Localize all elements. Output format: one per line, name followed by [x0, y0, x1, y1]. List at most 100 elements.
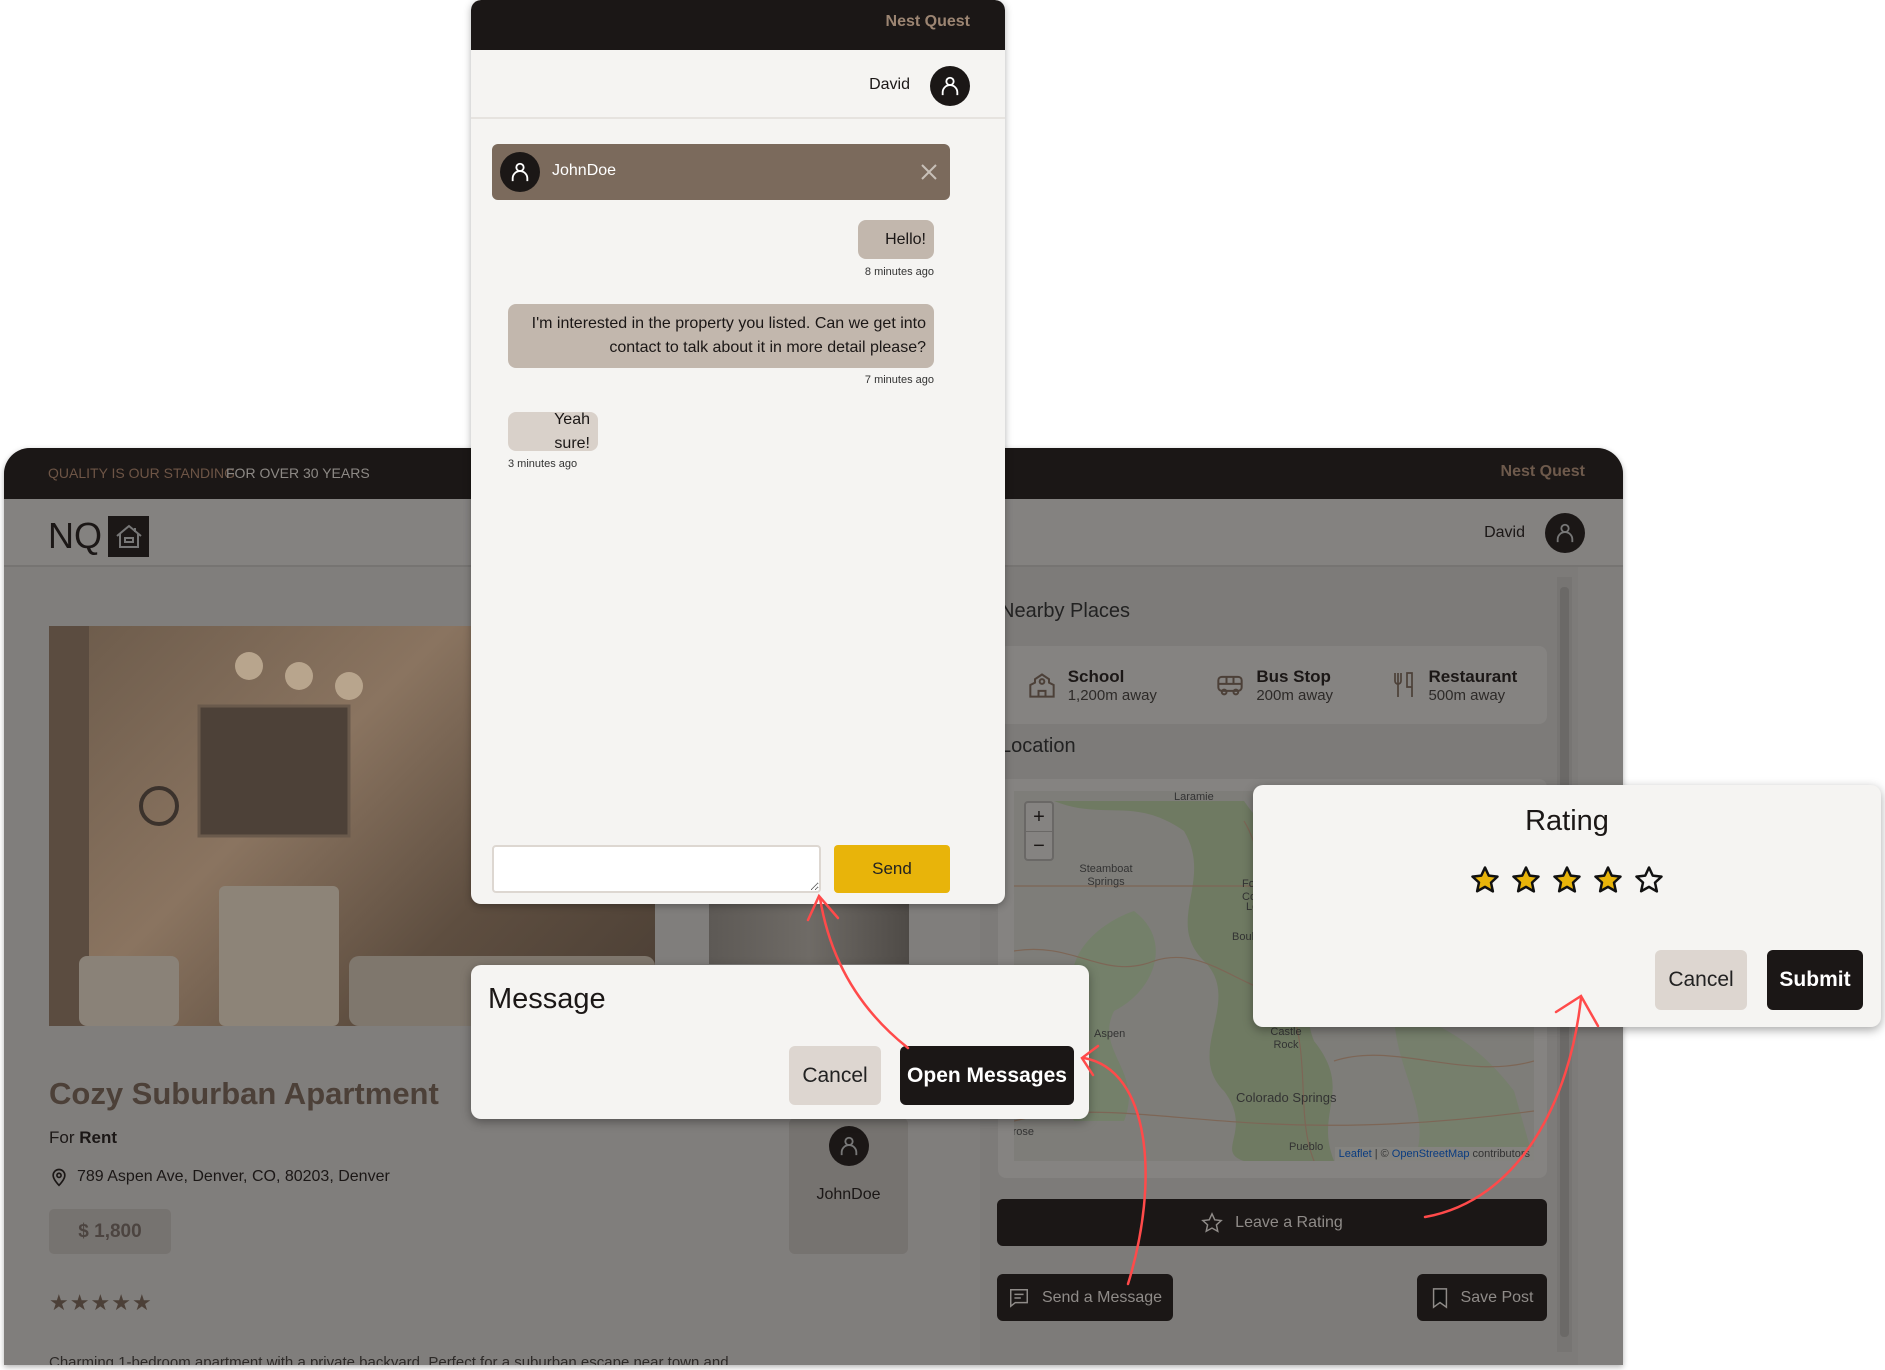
message-dialog: Message Cancel Open Messages: [471, 965, 1089, 1119]
map-label: Castle Rock: [1270, 1026, 1302, 1051]
for-type: Rent: [79, 1128, 118, 1147]
save-post-button[interactable]: Save Post: [1417, 1274, 1547, 1321]
listing-title: Cozy Suburban Apartment: [49, 1076, 439, 1111]
user-icon: [511, 162, 529, 182]
house-icon: [108, 515, 149, 557]
attribution-tail: contributors: [1472, 1148, 1530, 1160]
leave-rating-button[interactable]: Leave a Rating: [997, 1199, 1547, 1246]
place-name: Restaurant: [1428, 666, 1518, 686]
dialog-title: Rating: [1525, 805, 1609, 837]
send-button[interactable]: Send: [834, 845, 950, 893]
user-icon: [941, 76, 959, 96]
contact-name: JohnDoe: [552, 162, 617, 179]
location-title: Location: [1000, 735, 1076, 757]
star-filled-icon[interactable]: [1470, 865, 1500, 895]
zoom-out-button[interactable]: −: [1026, 832, 1052, 860]
contact-bar: JohnDoe: [492, 144, 950, 200]
star-filled-icon[interactable]: [1552, 865, 1582, 895]
open-messages-button[interactable]: Open Messages: [900, 1046, 1074, 1105]
user-avatar[interactable]: [1545, 513, 1585, 553]
nearby-title: Nearby Places: [1000, 600, 1131, 622]
star-icon: ★: [90, 1290, 112, 1315]
tagline-muted: QUALITY IS OUR STANDING: [48, 465, 235, 481]
for-label: For: [49, 1128, 75, 1147]
star-icon: ★: [111, 1290, 132, 1315]
thumbnail-photos[interactable]: [709, 904, 909, 964]
osm-link[interactable]: OpenStreetMap: [1392, 1148, 1470, 1160]
map-label: Pueblo: [1289, 1141, 1324, 1153]
address-text: 789 Aspen Ave, Denver, CO, 80203, Denver: [77, 1168, 390, 1185]
message-time: 3 minutes ago: [508, 458, 578, 470]
message-bubble: Hello!: [858, 220, 934, 259]
logo-text: NQ: [48, 515, 102, 556]
price-badge: $ 1,800: [49, 1209, 171, 1254]
map-zoom-control: + −: [1024, 801, 1054, 861]
rating-stars: ★★★★★: [49, 1290, 153, 1316]
dialog-title: Message: [488, 983, 606, 1015]
listing-description: Charming 1-bedroom apartment with a priv…: [49, 1354, 729, 1365]
place-distance: 500m away: [1428, 686, 1506, 704]
nearby-card: School 1,200m away Bus Stop 200m away Rest…: [998, 646, 1547, 724]
contact-avatar: [500, 152, 540, 192]
place-name: School: [1067, 666, 1125, 686]
place-name: Bus Stop: [1256, 666, 1331, 686]
logo[interactable]: NQ: [48, 515, 149, 557]
button-label: Send a Message: [1041, 1288, 1163, 1306]
chat-top-bar: Nest Quest: [471, 0, 1005, 50]
message-time: 8 minutes ago: [864, 266, 934, 278]
message-bubble: Yeah sure!: [508, 411, 598, 452]
bookmark-icon: [1432, 1287, 1447, 1309]
message-input[interactable]: [492, 845, 821, 893]
location-pin-icon: [52, 1168, 66, 1187]
cancel-button[interactable]: Cancel: [789, 1046, 881, 1105]
listing-address: 789 Aspen Ave, Denver, CO, 80203, Denver: [49, 1166, 390, 1188]
place-distance: 1,200m away: [1067, 686, 1157, 704]
map-label: Steamboat Springs: [1079, 863, 1133, 888]
message-time: 7 minutes ago: [864, 374, 934, 386]
place-distance: 200m away: [1256, 686, 1334, 704]
close-icon[interactable]: [920, 163, 938, 181]
rating-dialog: Rating Cancel Submit: [1253, 785, 1881, 1027]
message-bubble: I'm interested in the property you liste…: [508, 304, 934, 368]
star-icon: ★: [69, 1290, 91, 1315]
nearby-item-restaurant: Restaurant 500m away: [1392, 667, 1517, 704]
user-name: David: [1484, 524, 1525, 541]
button-label: Leave a Rating: [1235, 1213, 1343, 1231]
message-icon: [1009, 1288, 1028, 1308]
user-avatar[interactable]: [930, 66, 970, 106]
star-empty-icon[interactable]: [1634, 865, 1664, 895]
star-outline-icon: [1201, 1211, 1224, 1233]
send-message-button[interactable]: Send a Message: [997, 1274, 1173, 1321]
map-label: Colorado Springs: [1236, 1090, 1337, 1105]
rating-input: [1253, 865, 1881, 895]
chat-header: David: [471, 50, 1005, 119]
school-icon: [1029, 673, 1055, 698]
owner-name: JohnDoe: [816, 1186, 881, 1203]
bus-icon: [1217, 675, 1243, 696]
zoom-in-button[interactable]: +: [1026, 803, 1052, 832]
listing-type: For Rent: [49, 1128, 117, 1148]
nearby-item-bus-stop: Bus Stop 200m away: [1216, 667, 1333, 704]
submit-button[interactable]: Submit: [1767, 950, 1863, 1010]
nearby-item-school: School 1,200m away: [1028, 667, 1157, 704]
chat-window: Nest Quest David JohnDoe Hello! 8 minute…: [471, 0, 1005, 904]
user-icon: [1556, 523, 1574, 543]
star-filled-icon[interactable]: [1593, 865, 1623, 895]
attribution-sep: | ©: [1374, 1148, 1389, 1160]
map-label: Aspen: [1094, 1028, 1126, 1040]
user-icon: [840, 1136, 858, 1156]
owner-avatar: [829, 1126, 869, 1166]
owner-card[interactable]: JohnDoe: [789, 1118, 908, 1254]
button-label: Save Post: [1460, 1288, 1534, 1306]
brand-name[interactable]: Nest Quest: [886, 13, 970, 31]
map-label: Montrose: [1014, 1126, 1034, 1138]
star-icon: ★: [131, 1290, 153, 1315]
cancel-button[interactable]: Cancel: [1655, 950, 1747, 1010]
user-name: David: [869, 76, 910, 93]
star-filled-icon[interactable]: [1511, 865, 1541, 895]
restaurant-icon: [1394, 672, 1414, 697]
map-label: Laramie: [1174, 791, 1214, 803]
brand-name[interactable]: Nest Quest: [1501, 463, 1585, 481]
map-attribution: Leaflet | © OpenStreetMap contributors: [1334, 1147, 1534, 1161]
leaflet-link[interactable]: Leaflet: [1339, 1148, 1372, 1160]
